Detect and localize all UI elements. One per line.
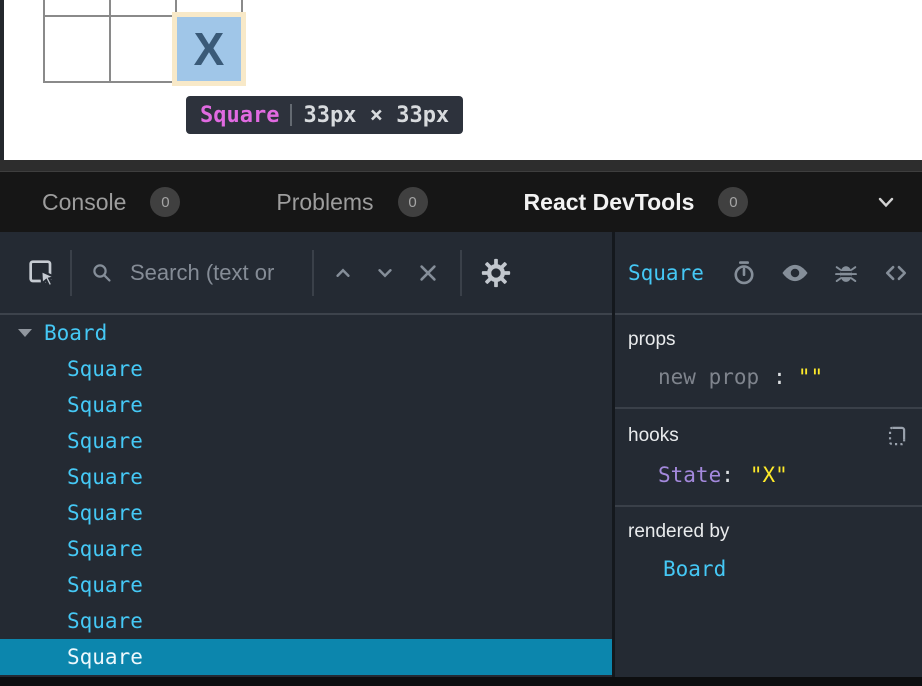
component-tree: Board Square Square Square Square Square Squar…: [0, 315, 612, 677]
hooks-title: hooks: [628, 425, 679, 447]
tab-console[interactable]: Console 0: [42, 187, 180, 217]
rendered-by-board-link[interactable]: Board: [663, 557, 726, 581]
react-devtools-panel: Board Square Square Square Square Square Squar…: [0, 232, 922, 677]
tree-item-label: Square: [67, 501, 143, 525]
toolbar-divider: [70, 250, 72, 296]
tab-console-label: Console: [42, 189, 126, 216]
tictactoe-board: X: [43, 0, 243, 83]
expander-arrow-icon[interactable]: [18, 329, 32, 337]
board-cell[interactable]: [111, 17, 175, 81]
tree-item-square[interactable]: Square: [0, 351, 612, 387]
parse-hook-names-icon[interactable]: [883, 423, 909, 449]
rendered-by-title: rendered by: [628, 521, 909, 543]
tree-item-label: Square: [67, 573, 143, 597]
component-details-panel: Square: [615, 232, 922, 677]
tooltip-dimensions: 33px × 33px: [303, 103, 449, 128]
new-prop-value[interactable]: "": [798, 365, 823, 389]
board-grid: X: [43, 0, 243, 83]
tree-item-square[interactable]: Square: [0, 459, 612, 495]
tree-item-label: Square: [67, 429, 143, 453]
tooltip-component-name: Square: [200, 103, 279, 128]
settings-gear-icon[interactable]: [480, 257, 512, 289]
inspect-element-icon[interactable]: [26, 257, 58, 289]
state-hook-label: State: [658, 463, 721, 487]
inspect-dom-eye-icon[interactable]: [780, 258, 810, 288]
tree-item-square[interactable]: Square: [0, 531, 612, 567]
devtools-drawer-edge[interactable]: [0, 160, 922, 172]
components-tree-panel: Board Square Square Square Square Square Squar…: [0, 232, 612, 677]
props-section: props new prop : "": [615, 315, 922, 409]
devtools-window: X Square 33px × 33px Console 0 Problems …: [0, 0, 922, 686]
browser-page: X Square 33px × 33px: [0, 0, 922, 160]
tree-item-label: Square: [67, 645, 143, 669]
hooks-colon: :: [721, 463, 734, 487]
tab-react-devtools[interactable]: React DevTools 0: [524, 187, 749, 217]
new-prop-input[interactable]: new prop: [658, 365, 759, 389]
devtools-tabbar: Console 0 Problems 0 React DevTools 0: [0, 172, 922, 232]
tab-console-badge: 0: [150, 187, 180, 217]
toolbar-divider: [460, 250, 462, 296]
tree-item-label: Square: [67, 393, 143, 417]
tab-problems-badge: 0: [398, 187, 428, 217]
props-row: new prop : "": [628, 365, 909, 389]
next-result-icon[interactable]: [372, 260, 398, 286]
tree-item-square[interactable]: Square: [0, 495, 612, 531]
tab-react-devtools-badge: 0: [718, 187, 748, 217]
props-title: props: [628, 329, 909, 351]
tree-toolbar: [0, 232, 612, 315]
hooks-title-row: hooks: [628, 423, 909, 449]
tree-item-label: Board: [44, 321, 107, 345]
clear-search-icon[interactable]: [414, 259, 442, 287]
tab-problems[interactable]: Problems 0: [276, 187, 427, 217]
search-icon: [90, 261, 114, 285]
toolbar-divider: [312, 250, 314, 296]
tab-react-devtools-label: React DevTools: [524, 189, 695, 216]
search-input[interactable]: [130, 260, 302, 286]
hooks-section: hooks State : "X": [615, 409, 922, 507]
board-cell[interactable]: [111, 0, 175, 15]
board-cell[interactable]: [45, 17, 109, 81]
tooltip-divider: [290, 104, 292, 126]
previous-result-icon[interactable]: [330, 260, 356, 286]
board-cell[interactable]: [45, 0, 109, 15]
tree-item-square[interactable]: Square: [0, 567, 612, 603]
window-bottom-edge: [0, 677, 922, 686]
tree-item-label: Square: [67, 465, 143, 489]
tree-item-square[interactable]: Square: [0, 423, 612, 459]
state-hook-value[interactable]: "X": [750, 463, 788, 487]
profiler-stopwatch-icon[interactable]: [731, 260, 757, 286]
inspect-tooltip: Square 33px × 33px: [186, 96, 463, 134]
selected-component-name: Square: [628, 261, 704, 285]
tree-item-board[interactable]: Board: [0, 315, 612, 351]
board-cell[interactable]: [177, 0, 241, 15]
tree-item-square[interactable]: Square: [0, 603, 612, 639]
view-source-icon[interactable]: [882, 259, 910, 287]
tree-item-square[interactable]: Square: [0, 387, 612, 423]
tree-item-label: Square: [67, 357, 143, 381]
debug-bug-icon[interactable]: [833, 260, 859, 286]
tree-item-square-selected[interactable]: Square: [0, 639, 612, 675]
window-left-edge: [0, 0, 4, 160]
details-header: Square: [615, 232, 922, 315]
props-colon: :: [773, 365, 786, 389]
chevron-down-icon[interactable]: [874, 190, 898, 214]
tree-item-label: Square: [67, 537, 143, 561]
rendered-by-section: rendered by Board: [615, 507, 922, 581]
board-cell-highlighted[interactable]: X: [177, 17, 241, 81]
tree-item-label: Square: [67, 609, 143, 633]
tab-problems-label: Problems: [276, 189, 373, 216]
hooks-state-row: State : "X": [628, 463, 909, 487]
